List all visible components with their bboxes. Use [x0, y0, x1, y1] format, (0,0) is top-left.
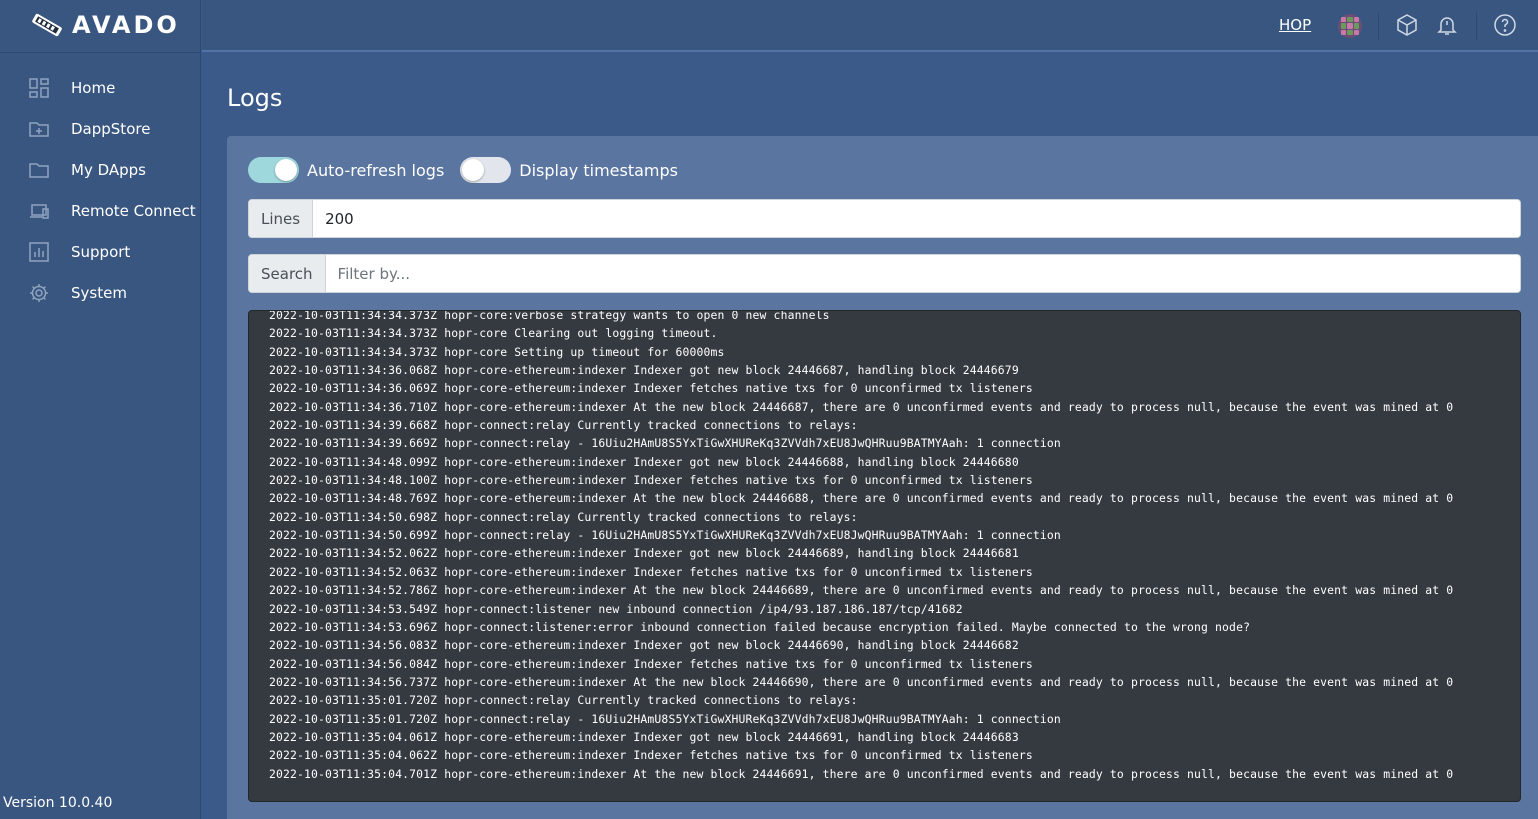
log-line: 2022-10-03T11:34:48.099Z hopr-core-ether…	[269, 454, 1019, 469]
sidebar-item-remote-connect[interactable]: Remote Connect	[0, 190, 201, 231]
search-label: Search	[249, 255, 326, 292]
sidebar-item-dappstore[interactable]: DappStore	[0, 108, 201, 149]
folder-plus-icon	[28, 118, 50, 140]
header-divider	[1378, 12, 1379, 40]
sidebar-nav: Home DappStore My DApps Remote Connect S…	[0, 67, 201, 313]
sidebar-divider	[0, 52, 201, 53]
sidebar: AVADO Home DappStore My DApps Remote Con	[0, 0, 201, 819]
page-title: Logs	[227, 84, 283, 112]
sidebar-item-my-dapps[interactable]: My DApps	[0, 149, 201, 190]
auto-refresh-toggle[interactable]	[248, 157, 299, 183]
log-line: 2022-10-03T11:34:34.373Z hopr-core:verbo…	[269, 310, 830, 322]
log-line: 2022-10-03T11:34:56.083Z hopr-core-ether…	[269, 638, 1019, 653]
log-line: 2022-10-03T11:34:52.063Z hopr-core-ether…	[269, 564, 1033, 579]
header-divider	[1476, 12, 1477, 40]
log-line: 2022-10-03T11:34:34.373Z hopr-core Clear…	[269, 326, 718, 341]
log-line: 2022-10-03T11:35:01.720Z hopr-connect:re…	[269, 693, 858, 708]
sidebar-item-label: Remote Connect	[71, 201, 196, 220]
search-input[interactable]	[325, 255, 1520, 292]
brand-name: AVADO	[72, 11, 180, 39]
auto-refresh-label: Auto-refresh logs	[307, 160, 445, 180]
sidebar-item-home[interactable]: Home	[0, 67, 201, 108]
avado-logo[interactable]: AVADO	[28, 10, 180, 40]
log-line: 2022-10-03T11:34:52.786Z hopr-core-ether…	[269, 583, 1454, 598]
logs-card: Auto-refresh logs Display timestamps Lin…	[227, 136, 1538, 819]
log-line: 2022-10-03T11:34:52.062Z hopr-core-ether…	[269, 546, 1019, 561]
log-line: 2022-10-03T11:35:04.061Z hopr-core-ether…	[269, 729, 1019, 744]
log-line: 2022-10-03T11:34:48.100Z hopr-core-ether…	[269, 473, 1033, 488]
sidebar-item-label: System	[71, 283, 127, 302]
sidebar-item-system[interactable]: System	[0, 272, 201, 313]
log-line: 2022-10-03T11:34:56.737Z hopr-core-ether…	[269, 674, 1454, 689]
log-line: 2022-10-03T11:34:34.373Z hopr-core Setti…	[269, 344, 725, 359]
dashboard-icon	[28, 77, 50, 99]
log-line: 2022-10-03T11:34:36.710Z hopr-core-ether…	[269, 399, 1454, 414]
display-timestamps-label: Display timestamps	[519, 160, 678, 180]
lines-label: Lines	[249, 200, 314, 237]
sidebar-item-label: Home	[71, 78, 116, 97]
lines-input-group: Lines	[248, 199, 1521, 238]
folder-icon	[28, 159, 50, 181]
lines-input[interactable]	[313, 200, 1520, 237]
sidebar-item-label: Support	[71, 242, 131, 261]
log-line: 2022-10-03T11:35:04.701Z hopr-core-ether…	[269, 766, 1454, 781]
sidebar-item-label: DappStore	[71, 119, 151, 138]
package-icon[interactable]	[1395, 13, 1419, 37]
log-line: 2022-10-03T11:34:39.668Z hopr-connect:re…	[269, 418, 858, 433]
devices-icon	[28, 200, 50, 222]
log-line: 2022-10-03T11:34:36.068Z hopr-core-ether…	[269, 363, 1019, 378]
gear-icon	[28, 282, 50, 304]
hop-link[interactable]: HOP	[1279, 16, 1311, 34]
avatar[interactable]	[1338, 14, 1362, 38]
log-line: 2022-10-03T11:35:04.062Z hopr-core-ether…	[269, 748, 1033, 763]
version-label: Version 10.0.40	[3, 795, 113, 811]
sidebar-item-support[interactable]: Support	[0, 231, 201, 272]
log-line: 2022-10-03T11:34:53.549Z hopr-connect:li…	[269, 601, 963, 616]
top-header: HOP	[202, 0, 1538, 52]
bell-icon[interactable]	[1435, 13, 1459, 37]
log-line: 2022-10-03T11:34:50.699Z hopr-connect:re…	[269, 528, 1061, 543]
log-line: 2022-10-03T11:34:39.669Z hopr-connect:re…	[269, 436, 1061, 451]
log-line: 2022-10-03T11:34:36.069Z hopr-core-ether…	[269, 381, 1033, 396]
log-output[interactable]: 2022-10-03T11:34:34.373Z hopr-core:verbo…	[248, 310, 1521, 802]
bar-chart-icon	[28, 241, 50, 263]
log-line: 2022-10-03T11:34:50.698Z hopr-connect:re…	[269, 509, 858, 524]
log-lines: 2022-10-03T11:34:34.373Z hopr-core:verbo…	[269, 310, 1520, 783]
log-line: 2022-10-03T11:35:01.720Z hopr-connect:re…	[269, 711, 1061, 726]
avado-logo-icon	[32, 13, 62, 37]
sidebar-item-label: My DApps	[71, 160, 146, 179]
display-timestamps-toggle[interactable]	[460, 157, 512, 183]
search-input-group: Search	[248, 254, 1521, 293]
log-line: 2022-10-03T11:34:56.084Z hopr-core-ether…	[269, 656, 1033, 671]
log-line: 2022-10-03T11:34:53.696Z hopr-connect:li…	[269, 619, 1251, 634]
log-line: 2022-10-03T11:34:48.769Z hopr-core-ether…	[269, 491, 1454, 506]
help-icon[interactable]	[1493, 13, 1517, 37]
toggle-row: Auto-refresh logs Display timestamps	[248, 157, 694, 183]
